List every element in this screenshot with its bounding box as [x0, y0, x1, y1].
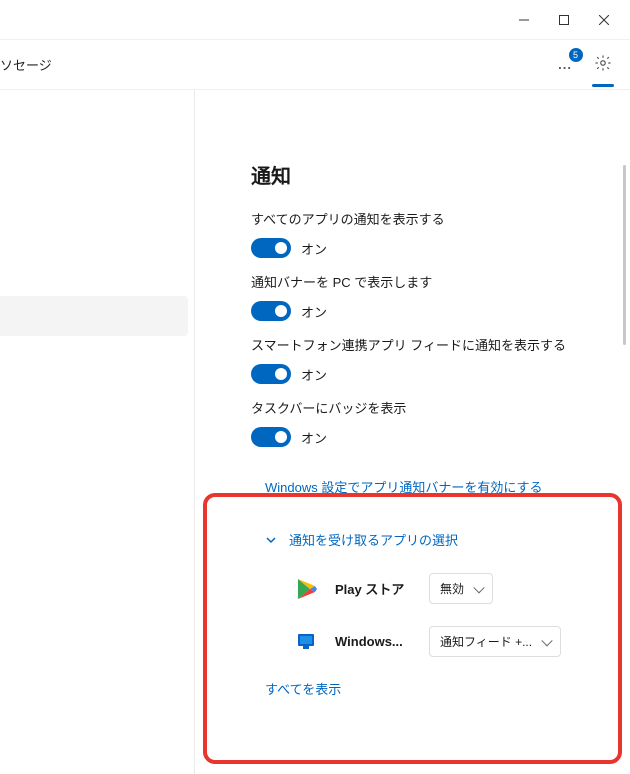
chevron-down-icon — [265, 534, 277, 546]
setting-label: すべてのアプリの通知を表示する — [251, 209, 602, 228]
maximize-button[interactable] — [544, 4, 584, 36]
page-heading: 通知 — [251, 160, 602, 189]
header-title: ソセージ — [0, 55, 52, 74]
windows-settings-link[interactable]: Windows 設定でアプリ通知バナーを有効にする — [265, 477, 542, 496]
close-button[interactable] — [584, 4, 624, 36]
titlebar — [0, 0, 630, 40]
setting-show-all-app-notifications: すべてのアプリの通知を表示する オン — [251, 209, 602, 258]
app-name-label: Windows... — [335, 634, 415, 649]
show-all-link[interactable]: すべてを表示 — [265, 679, 602, 698]
app-header: ソセージ ... 5 — [0, 40, 630, 90]
toggle-switch[interactable] — [251, 427, 291, 447]
setting-label: タスクバーにバッジを表示 — [251, 398, 602, 417]
toggle-switch[interactable] — [251, 238, 291, 258]
app-state-dropdown[interactable]: 通知フィード +... — [429, 626, 561, 657]
more-button[interactable]: ... 5 — [552, 53, 578, 76]
sidebar — [0, 90, 195, 774]
toggle-state: オン — [301, 428, 327, 447]
app-row-windows: Windows... 通知フィード +... — [293, 626, 602, 657]
notification-badge: 5 — [569, 48, 583, 62]
scrollbar[interactable] — [623, 165, 626, 345]
content-panel: 通知 すべてのアプリの通知を表示する オン 通知バナーを PC で表示します オ… — [195, 90, 630, 774]
toggle-switch[interactable] — [251, 301, 291, 321]
setting-feed-notifications: スマートフォン連携アプリ フィードに通知を表示する オン — [251, 335, 602, 384]
toggle-state: オン — [301, 365, 327, 384]
setting-label: 通知バナーを PC で表示します — [251, 272, 602, 291]
expand-app-selection[interactable]: 通知を受け取るアプリの選択 — [265, 530, 602, 549]
app-row-play-store: Play ストア 無効 — [293, 573, 602, 604]
toggle-state: オン — [301, 239, 327, 258]
minimize-button[interactable] — [504, 4, 544, 36]
toggle-switch[interactable] — [251, 364, 291, 384]
setting-banner-on-pc: 通知バナーを PC で表示します オン — [251, 272, 602, 321]
sidebar-item-selected[interactable] — [0, 296, 188, 336]
setting-taskbar-badge: タスクバーにバッジを表示 オン — [251, 398, 602, 447]
app-state-dropdown[interactable]: 無効 — [429, 573, 493, 604]
play-store-icon — [293, 575, 321, 603]
settings-button[interactable] — [588, 48, 618, 81]
setting-label: スマートフォン連携アプリ フィードに通知を表示する — [251, 335, 602, 354]
toggle-state: オン — [301, 302, 327, 321]
windows-link-icon — [293, 628, 321, 656]
app-name-label: Play ストア — [335, 579, 415, 598]
expand-label: 通知を受け取るアプリの選択 — [289, 530, 458, 549]
